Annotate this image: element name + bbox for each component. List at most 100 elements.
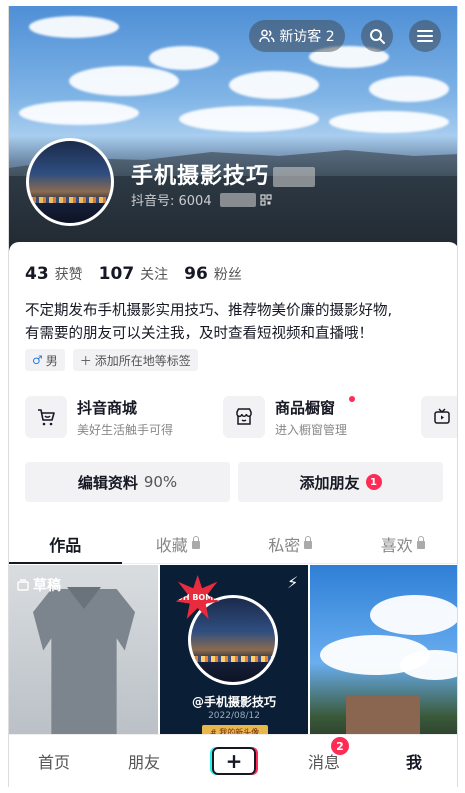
menu-button[interactable]	[409, 20, 441, 52]
tab-label: 作品	[49, 535, 82, 555]
cloud	[179, 106, 319, 132]
video-thumbnail-draft[interactable]: 草稿	[9, 565, 158, 743]
profile-username: 手机摄影技巧	[131, 158, 316, 190]
service-title-wrap: 商品橱窗	[275, 395, 356, 418]
cloud	[400, 650, 457, 680]
following-label: 关注	[140, 267, 169, 283]
tab-private[interactable]: 私密	[234, 524, 347, 563]
cloud	[69, 66, 179, 96]
profile-stats: 43 获赞 107 关注 96 粉丝	[25, 264, 242, 284]
tab-favorites[interactable]: 收藏	[122, 524, 235, 563]
add-friend-label: 添加朋友	[299, 473, 360, 492]
search-icon	[370, 29, 385, 44]
menu-icon	[417, 30, 433, 42]
video-date: 2022/08/12	[208, 711, 260, 721]
profile-card: 43 获赞 107 关注 96 粉丝 不定期发布手机摄影实用技巧、推荐物美价廉的摄影好…	[9, 242, 458, 787]
add-friend-button[interactable]: 添加朋友 1	[238, 462, 443, 502]
video-thumbnail-sky[interactable]	[310, 565, 457, 743]
tab-works[interactable]: 作品	[9, 524, 122, 564]
followers-count: 96	[184, 264, 208, 284]
cloud	[29, 16, 119, 38]
douyin-id[interactable]: 抖音号: 6004	[131, 190, 272, 209]
draft-icon	[17, 579, 29, 591]
qr-code-icon[interactable]	[260, 193, 272, 206]
service-title: 抖音商城	[77, 398, 138, 417]
likes-count: 43	[25, 264, 49, 284]
nav-home[interactable]: 首页	[9, 749, 99, 773]
service-douyin-mall[interactable]: 抖音商城 美好生活触手可得	[25, 394, 213, 440]
nav-create[interactable]: +	[189, 747, 279, 775]
gender-tag: ♂ 男	[25, 349, 65, 371]
redacted-block	[273, 167, 316, 187]
nav-messages[interactable]: 消息 2	[279, 737, 369, 773]
profile-completion: 90%	[143, 473, 178, 491]
redacted-block	[219, 192, 256, 207]
boom-text: OH BOMB	[176, 592, 220, 602]
likes-stat[interactable]: 43 获赞	[25, 264, 83, 284]
edit-profile-label: 编辑资料	[77, 473, 138, 492]
video-thumbnail-avatar[interactable]: OH BOMB ⚡ @手机摄影技巧 2022/08/12 # 我的新头像	[159, 565, 309, 743]
likes-label: 获赞	[54, 267, 83, 283]
bottom-nav: 首页 朋友 + 消息 2 我	[9, 734, 457, 787]
shirt-image	[33, 589, 135, 743]
nav-label: 我	[405, 753, 422, 772]
edit-profile-button[interactable]: 编辑资料 90%	[25, 462, 230, 502]
avatar[interactable]	[26, 138, 114, 226]
nav-label: 首页	[37, 753, 70, 772]
service-showcase[interactable]: 商品橱窗 进入橱窗管理	[223, 394, 411, 440]
lock-icon	[416, 536, 425, 549]
avatar-city-lights	[29, 197, 111, 203]
nav-label: 消息	[307, 753, 340, 772]
thumbnail-city-lights	[190, 656, 275, 662]
gender-label: 男	[45, 353, 58, 368]
notification-dot	[349, 395, 356, 402]
bio-line: 不定期发布手机摄影实用技巧、推荐物美价廉的摄影好物,	[25, 303, 393, 319]
cart-icon	[25, 396, 67, 438]
profile-actions: 编辑资料 90% 添加朋友 1	[25, 462, 443, 502]
profile-tags: ♂ 男 ＋ 添加所在地等标签	[25, 349, 198, 371]
add-tags-button[interactable]: ＋ 添加所在地等标签	[72, 349, 198, 371]
new-visitors-button[interactable]: 新访客 2	[249, 20, 345, 52]
service-subtitle: 美好生活触手可得	[77, 422, 174, 437]
video-handle: @手机摄影技巧	[192, 695, 277, 709]
profile-bio: 不定期发布手机摄影实用技巧、推荐物美价廉的摄影好物, 有需要的朋友可以关注我，及…	[25, 300, 445, 346]
cloud	[19, 101, 139, 125]
plus-icon: ＋	[79, 353, 92, 368]
username-text: 手机摄影技巧	[131, 164, 270, 189]
followers-stat[interactable]: 96 粉丝	[184, 264, 242, 284]
following-stat[interactable]: 107 关注	[99, 264, 169, 284]
lock-icon	[191, 536, 200, 549]
nav-friends[interactable]: 朋友	[99, 749, 189, 773]
followers-label: 粉丝	[213, 267, 242, 283]
new-visitors-label: 新访客 2	[279, 29, 335, 45]
cloud	[229, 71, 319, 99]
cloud	[369, 76, 449, 102]
tab-likes[interactable]: 喜欢	[347, 524, 458, 563]
following-count: 107	[98, 264, 135, 284]
visitors-icon	[259, 29, 275, 43]
tab-label: 私密	[268, 535, 301, 555]
cloud	[370, 595, 457, 635]
draft-text: 草稿	[33, 578, 61, 594]
nav-me[interactable]: 我	[369, 749, 457, 773]
draft-label: 草稿	[17, 575, 61, 595]
add-friend-badge: 1	[365, 474, 382, 490]
cloud	[149, 46, 219, 70]
lock-icon	[304, 536, 313, 549]
male-icon: ♂	[32, 353, 43, 367]
search-button[interactable]	[361, 20, 393, 52]
add-tags-label: 添加所在地等标签	[94, 353, 191, 368]
messages-badge: 2	[331, 737, 349, 755]
profile-screen: 新访客 2 手机摄影技巧 抖音号: 6004 43 获赞 107 关注 96 粉丝	[8, 6, 458, 787]
lightning-icon: ⚡	[287, 573, 299, 592]
nav-label: 朋友	[127, 753, 160, 772]
profile-cover-image[interactable]	[9, 6, 457, 266]
tab-label: 喜欢	[380, 535, 413, 555]
content-tabs: 作品 收藏 私密 喜欢	[9, 524, 458, 564]
tab-label: 收藏	[155, 535, 188, 555]
service-subtitle: 进入橱窗管理	[275, 422, 348, 437]
service-live[interactable]: 直 编	[421, 394, 457, 440]
create-plus-icon: +	[212, 747, 256, 775]
video-grid: 草稿 OH BOMB ⚡ @手机摄影技巧 2022/08/12 # 我的新头像	[9, 565, 457, 743]
tv-icon	[421, 396, 457, 438]
